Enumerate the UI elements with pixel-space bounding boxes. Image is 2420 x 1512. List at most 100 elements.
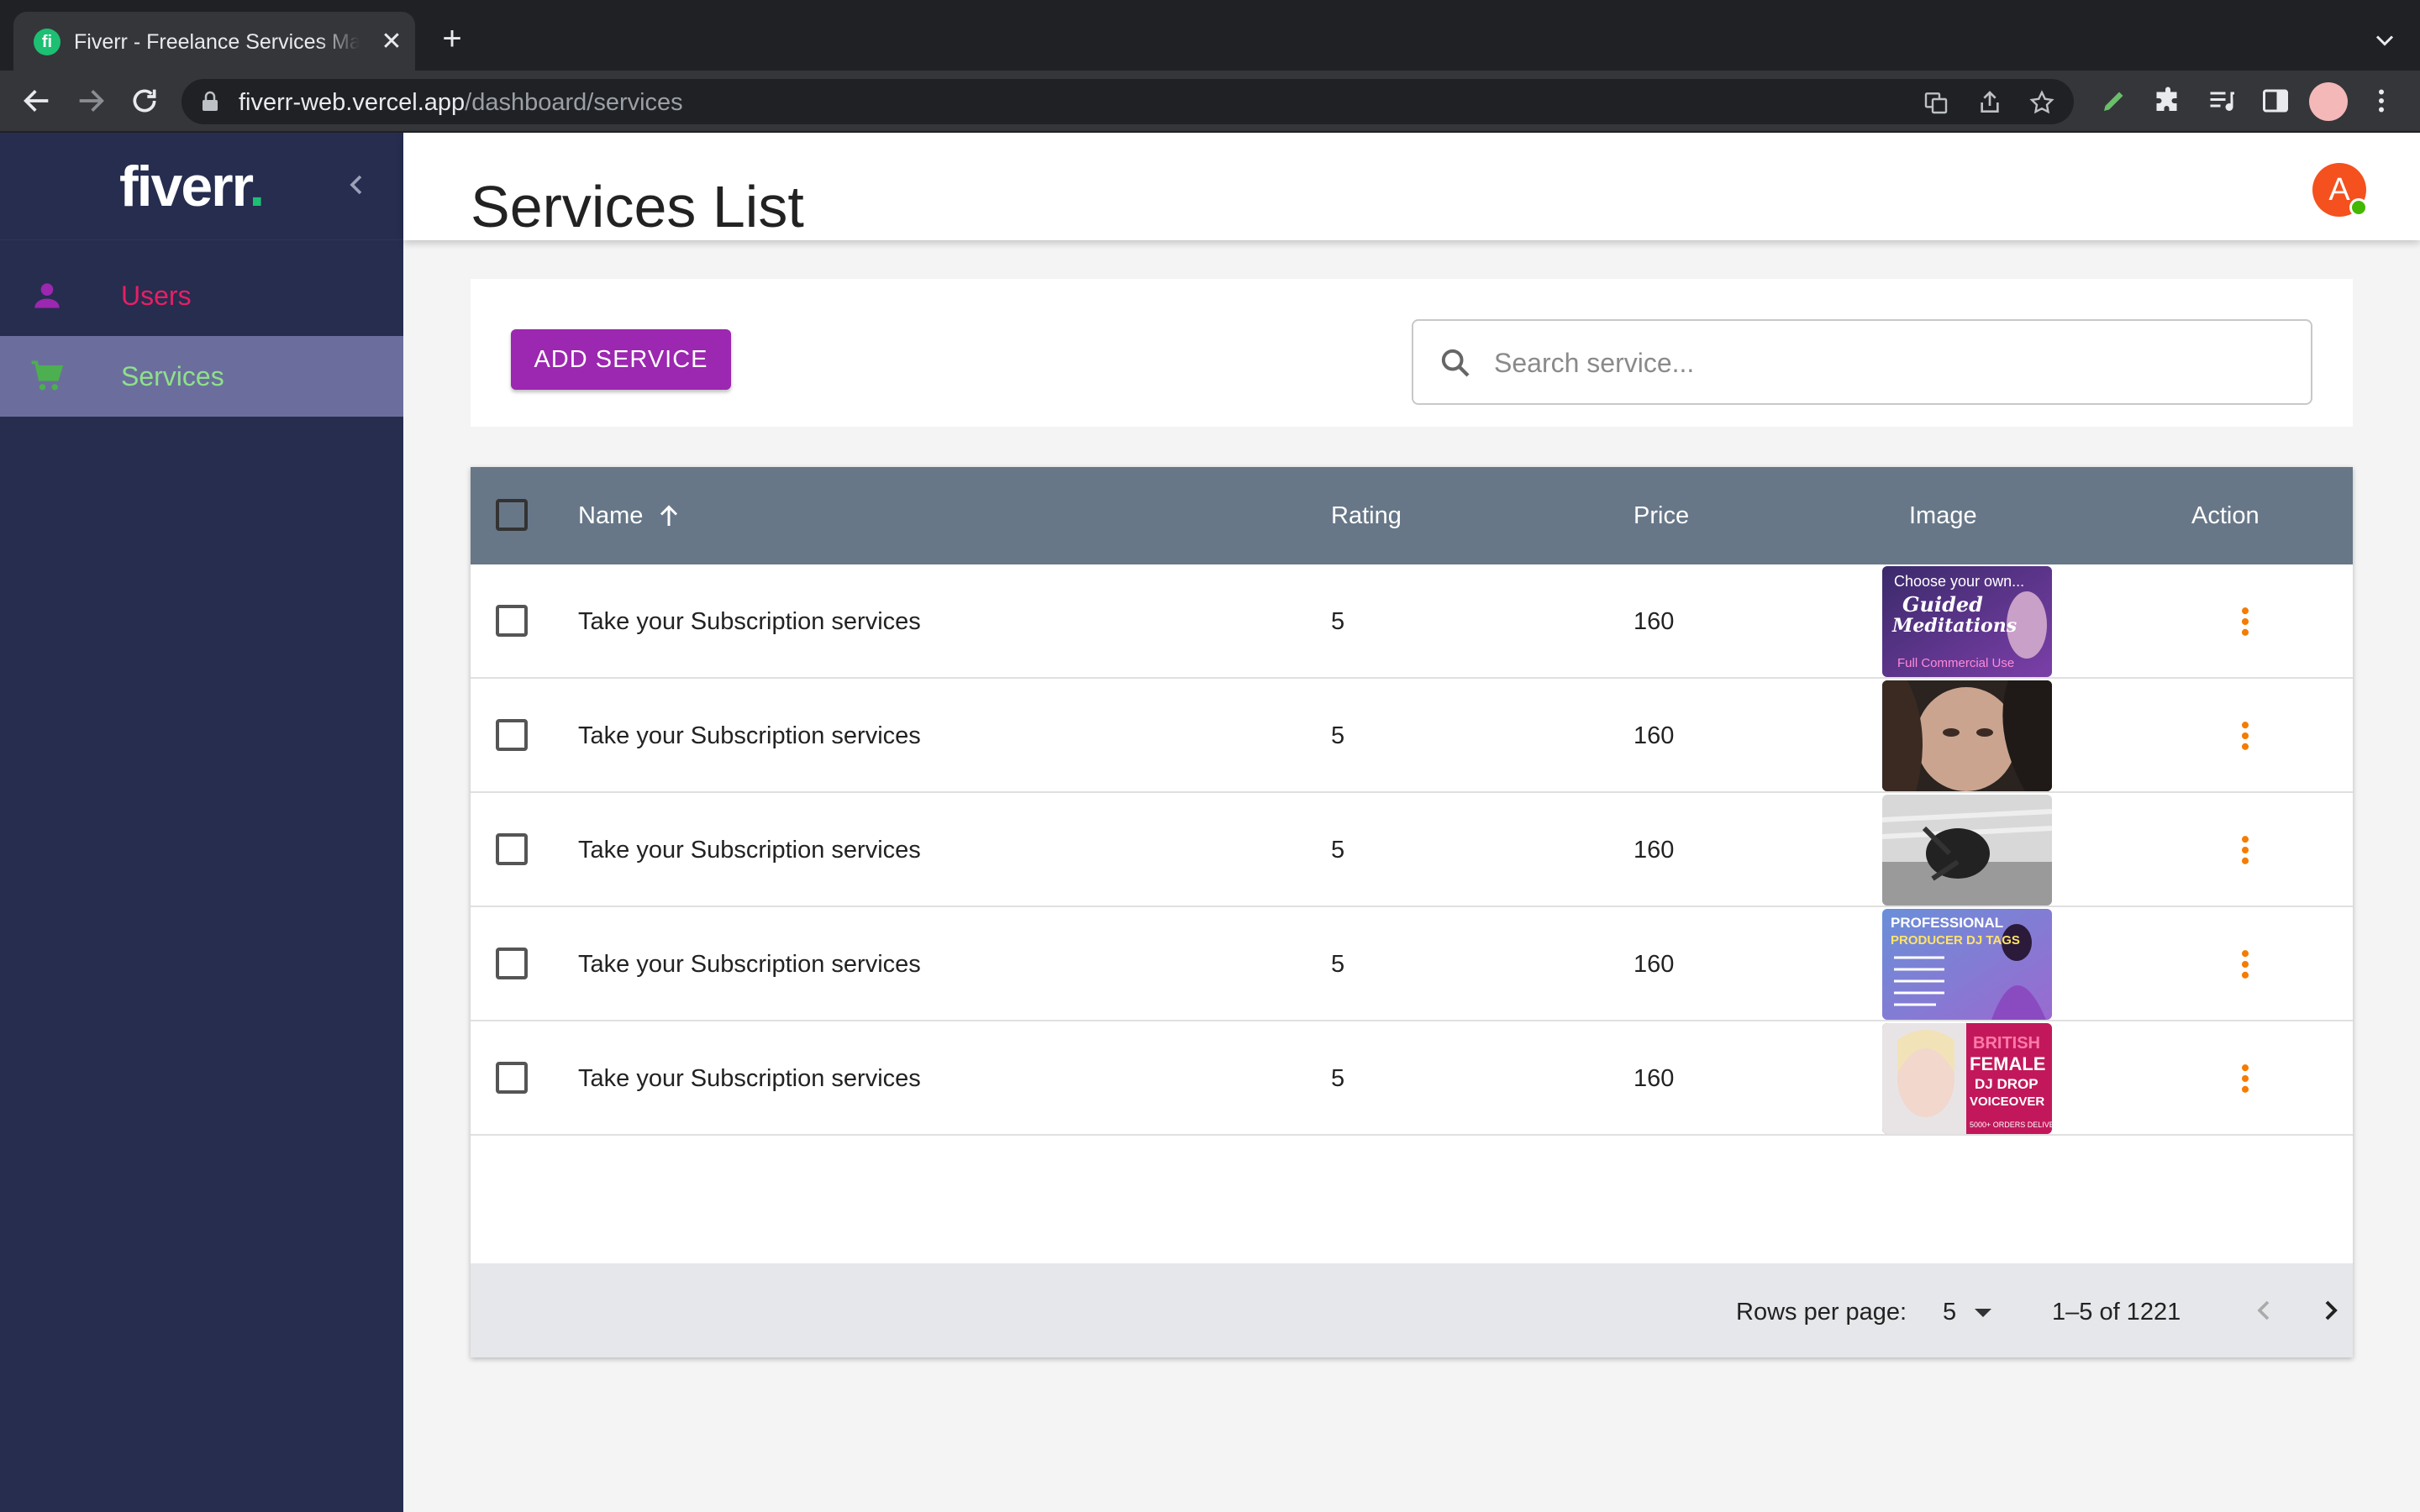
svg-text:Full Commercial Use: Full Commercial Use [1897,656,2014,670]
service-price: 160 [1634,951,1675,978]
back-arrow-icon[interactable] [20,84,54,118]
fiverr-favicon-icon: fi [34,29,60,55]
translate-icon[interactable] [1923,89,1949,116]
rows-per-page-value: 5 [1943,1299,1957,1326]
service-price: 160 [1634,608,1675,635]
row-actions-menu-icon[interactable] [2227,717,2264,754]
browser-toolbar: fiverr-web.vercel.app/dashboard/services [0,71,2420,133]
address-bar[interactable]: fiverr-web.vercel.app/dashboard/services [182,79,2074,124]
service-rating: 5 [1331,951,1345,978]
next-page-chevron-icon[interactable] [2314,1294,2348,1327]
service-price: 160 [1634,837,1675,864]
share-icon[interactable] [1976,89,2003,116]
rows-per-page-label: Rows per page: [1736,1299,1907,1326]
row-checkbox[interactable] [496,948,528,979]
row-checkbox[interactable] [496,719,528,751]
svg-text:Choose your own...: Choose your own... [1894,573,2024,590]
table-row[interactable]: Take your Subscription services 5 160 BR… [471,1021,2353,1136]
service-name: Take your Subscription services [578,1065,921,1092]
browser-menu-icon[interactable] [2366,86,2396,116]
row-actions-menu-icon[interactable] [2227,832,2264,869]
side-panel-icon[interactable] [2260,86,2291,116]
sidebar: fiverr. Users Services [0,133,403,1512]
service-rating: 5 [1331,608,1345,635]
select-all-checkbox[interactable] [496,499,528,531]
service-thumbnail: PROFESSIONAL PRODUCER DJ TAGS [1882,909,2052,1020]
service-rating: 5 [1331,1065,1345,1092]
services-table: Name Rating Price Image Action Take your… [471,467,2353,1357]
caret-down-icon [1975,1309,1991,1317]
column-header-action: Action [2191,502,2260,529]
service-name: Take your Subscription services [578,608,921,635]
svg-text:5000+ ORDERS DELIVERED: 5000+ ORDERS DELIVERED [1970,1121,2052,1129]
column-header-price[interactable]: Price [1634,499,1689,533]
row-checkbox[interactable] [496,1062,528,1094]
sort-arrow-up-icon[interactable] [654,501,684,531]
sidebar-item-label: Services [121,361,224,391]
service-rating: 5 [1331,837,1345,864]
svg-text:Meditations: Meditations [1891,615,2017,637]
service-name: Take your Subscription services [578,837,921,864]
media-queue-icon[interactable] [2207,86,2237,116]
row-actions-menu-icon[interactable] [2227,1060,2264,1097]
search-field[interactable] [1412,319,2312,405]
table-header: Name Rating Price Image Action [471,467,2353,564]
sidebar-item-label: Users [121,281,192,311]
table-row[interactable]: Take your Subscription services 5 160 [471,679,2353,793]
column-header-name[interactable]: Name [578,499,643,533]
rows-per-page-select[interactable]: 5 [1943,1292,2002,1332]
search-icon [1441,349,1470,377]
tab-title: Fiverr - Freelance Services Marketplace [74,30,360,54]
browser-tabstrip: fi Fiverr - Freelance Services Marketpla… [0,0,2420,71]
previous-page-chevron-icon[interactable] [2247,1294,2281,1327]
row-actions-menu-icon[interactable] [2227,603,2264,640]
logo-text: fiverr [119,155,250,218]
table-pagination: Rows per page: 5 1–5 of 1221 [471,1263,2353,1357]
profile-avatar[interactable] [2309,82,2348,121]
service-thumbnail: Choose your own... Guided Meditations Fu… [1882,566,2052,677]
service-rating: 5 [1331,722,1345,749]
table-row[interactable]: Take your Subscription services 5 160 PR… [471,907,2353,1021]
svg-text:DJ DROP: DJ DROP [1975,1076,2039,1092]
svg-text:Guided: Guided [1902,592,1983,617]
add-service-button[interactable]: ADD SERVICE [511,329,731,390]
online-status-badge [2349,198,2368,217]
table-row[interactable]: Take your Subscription services 5 160 [471,793,2353,907]
row-actions-menu-icon[interactable] [2227,946,2264,983]
extension-pen-icon[interactable] [2099,86,2129,116]
url-text: fiverr-web.vercel.app/dashboard/services [239,89,683,116]
url-host: fiverr-web.vercel.app [239,89,466,116]
new-tab-button[interactable]: + [435,22,469,55]
tab-search-chevron-icon[interactable] [2370,25,2400,55]
browser-tab[interactable]: fi Fiverr - Freelance Services Marketpla… [13,12,415,71]
table-row[interactable]: Take your Subscription services 5 160 Ch… [471,564,2353,679]
service-name: Take your Subscription services [578,951,921,978]
service-thumbnail: BRITISH FEMALE DJ DROP VOICEOVER 5000+ O… [1882,1023,2052,1134]
forward-arrow-icon[interactable] [74,84,108,118]
row-checkbox[interactable] [496,833,528,865]
svg-text:PROFESSIONAL: PROFESSIONAL [1891,915,2003,931]
fiverr-logo[interactable]: fiverr. [119,153,265,220]
svg-text:FEMALE: FEMALE [1970,1053,2045,1074]
svg-text:VOICEOVER: VOICEOVER [1970,1095,2044,1109]
bookmark-star-icon[interactable] [2028,89,2055,116]
extensions-puzzle-icon[interactable] [2153,86,2183,116]
sidebar-header: fiverr. [0,133,403,240]
column-header-image: Image [1909,502,1977,529]
url-path: /dashboard/services [465,89,683,116]
service-thumbnail [1882,680,2052,791]
toolbar-card: ADD SERVICE [471,279,2353,427]
close-tab-icon[interactable]: ✕ [376,27,407,57]
person-icon [34,283,60,308]
pagination-range: 1–5 of 1221 [2052,1299,2181,1326]
svg-text:PRODUCER DJ TAGS: PRODUCER DJ TAGS [1891,933,2020,948]
column-header-rating[interactable]: Rating [1331,499,1402,533]
sidebar-item-services[interactable]: Services [0,336,403,417]
cart-icon [31,360,64,391]
search-input[interactable] [1494,341,2284,385]
reload-icon[interactable] [128,84,161,118]
sidebar-item-users[interactable]: Users [0,255,403,336]
logo-dot: . [249,155,265,218]
collapse-sidebar-chevron-icon[interactable] [339,168,373,202]
row-checkbox[interactable] [496,605,528,637]
